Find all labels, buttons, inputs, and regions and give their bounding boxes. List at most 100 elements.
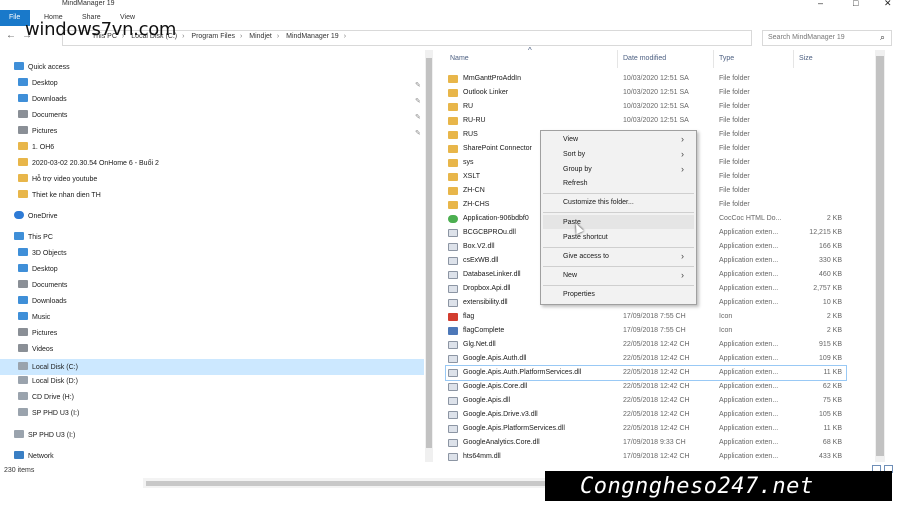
table-row[interactable]: Google.Apis.dll 22/05/2018 12:42 CH Applic… xyxy=(446,394,846,408)
file-size: 915 KB xyxy=(819,341,842,348)
file-type: Application exten... xyxy=(719,243,779,250)
file-list-scroll-thumb[interactable] xyxy=(876,56,884,456)
breadcrumb-mindjet[interactable]: Mindjet xyxy=(249,33,272,40)
file-name: Dropbox.Api.dll xyxy=(463,285,511,292)
sidebar-item-3d-objects[interactable]: 3D Objects xyxy=(18,248,67,262)
sidebar-item-usb-drive[interactable]: SP PHD U3 (I:) xyxy=(18,408,79,422)
dll-file-icon xyxy=(448,257,458,265)
checkmark-icon xyxy=(448,327,458,335)
sidebar-item-ho-tro-video[interactable]: Hỗ trợ video youtube xyxy=(18,174,97,188)
file-date: 17/09/2018 7:55 CH xyxy=(623,327,686,334)
table-row[interactable]: GoogleAnalytics.Core.dll 17/09/2018 9:33 … xyxy=(446,436,846,450)
sidebar-item-documents-pc[interactable]: Documents xyxy=(18,280,67,294)
table-row[interactable]: Google.Apis.Auth.PlatformServices.dll 22/… xyxy=(445,365,847,381)
horizontal-scroll-thumb[interactable] xyxy=(146,481,546,486)
sidebar-item-cd-drive[interactable]: CD Drive (H:) xyxy=(18,392,74,406)
file-size: 12,215 KB xyxy=(809,229,842,236)
computer-icon xyxy=(14,232,24,240)
folder-icon xyxy=(448,89,458,97)
context-menu-refresh[interactable]: Refresh xyxy=(563,180,588,187)
file-type: Application exten... xyxy=(719,257,779,264)
column-header-name[interactable]: Name xyxy=(450,55,469,62)
navigation-pane-scroll-thumb[interactable] xyxy=(426,58,432,448)
sidebar-item-onedrive[interactable]: OneDrive xyxy=(14,211,58,225)
context-menu-customize[interactable]: Customize this folder... xyxy=(563,199,634,206)
pin-icon[interactable]: ✎ xyxy=(415,97,421,105)
column-header-date[interactable]: Date modified xyxy=(623,55,666,62)
sidebar-item-downloads-pc[interactable]: Downloads xyxy=(18,296,67,310)
pin-icon[interactable]: ✎ xyxy=(415,113,421,121)
sidebar-item-oh6[interactable]: 1. OH6 xyxy=(18,142,54,156)
back-button[interactable]: ← xyxy=(6,30,16,41)
sidebar-item-network[interactable]: Network xyxy=(14,451,54,465)
context-menu-properties[interactable]: Properties xyxy=(563,291,595,298)
file-date: 22/05/2018 12:42 CH xyxy=(623,341,690,348)
sidebar-item-pictures[interactable]: Pictures xyxy=(18,126,57,140)
table-row[interactable]: RU 10/03/2020 12:51 SA File folder xyxy=(446,100,846,114)
documents-icon xyxy=(18,280,28,288)
sidebar-item-onhome6[interactable]: 2020-03-02 20.30.54 OnHome 6 - Buổi 2 xyxy=(18,158,159,172)
sidebar-item-music[interactable]: Music xyxy=(18,312,50,326)
context-menu-sort-by[interactable]: Sort by xyxy=(563,151,585,158)
sort-chevron-up-icon: ^ xyxy=(528,46,532,55)
context-menu-give-access[interactable]: Give access to xyxy=(563,253,609,260)
file-name: ZH-CN xyxy=(463,187,485,194)
table-row[interactable]: flag 17/09/2018 7:55 CH Icon 2 KB xyxy=(446,310,846,324)
search-icon[interactable]: ⌕ xyxy=(880,32,885,43)
minimize-button[interactable]: – xyxy=(818,0,823,8)
context-menu-new[interactable]: New xyxy=(563,272,577,279)
folder-icon xyxy=(18,174,28,182)
maximize-button[interactable]: □ xyxy=(853,0,858,8)
search-input[interactable]: Search MindManager 19 xyxy=(768,34,845,41)
table-row[interactable]: Google.Apis.PlatformServices.dll 22/05/20… xyxy=(446,422,846,436)
sidebar-item-desktop-pc[interactable]: Desktop xyxy=(18,264,58,278)
column-header-type[interactable]: Type xyxy=(719,55,734,62)
sidebar-item-videos[interactable]: Videos xyxy=(18,344,53,358)
file-size: 166 KB xyxy=(819,243,842,250)
table-row[interactable]: RU-RU 10/03/2020 12:51 SA File folder xyxy=(446,114,846,128)
sidebar-item-local-disk-c[interactable]: Local Disk (C:) xyxy=(0,359,424,375)
file-date: 22/05/2018 12:42 CH xyxy=(623,355,690,362)
sidebar-item-usb-drive-root[interactable]: SP PHD U3 (I:) xyxy=(14,430,75,444)
context-menu-view[interactable]: View xyxy=(563,136,578,143)
breadcrumb-mindmanager[interactable]: MindManager 19 xyxy=(286,33,339,40)
table-row[interactable]: flagComplete 17/09/2018 7:55 CH Icon 2 KB xyxy=(446,324,846,338)
sidebar-item-downloads[interactable]: Downloads xyxy=(18,94,67,108)
sidebar-item-quick-access[interactable]: Quick access xyxy=(14,62,70,76)
sidebar-item-local-disk-d[interactable]: Local Disk (D:) xyxy=(18,376,78,390)
table-row[interactable]: hts64mm.dll 17/09/2018 12:42 CH Applicatio… xyxy=(446,450,846,464)
table-row[interactable]: Glg.Net.dll 22/05/2018 12:42 CH Applicatio… xyxy=(446,338,846,352)
sidebar-item-documents[interactable]: Documents xyxy=(18,110,67,124)
context-menu-group-by[interactable]: Group by xyxy=(563,166,592,173)
folder-icon xyxy=(448,173,458,181)
sidebar-item-pictures-pc[interactable]: Pictures xyxy=(18,328,57,342)
table-row[interactable]: MmGanttProAddIn 10/03/2020 12:51 SA File f… xyxy=(446,72,846,86)
table-row[interactable]: Outlook Linker 10/03/2020 12:51 SA File fo… xyxy=(446,86,846,100)
close-button[interactable]: ✕ xyxy=(884,0,892,9)
pin-icon[interactable]: ✎ xyxy=(415,129,421,137)
breadcrumb-program-files[interactable]: Program Files xyxy=(191,33,235,40)
file-type: File folder xyxy=(719,89,750,96)
file-name: RU-RU xyxy=(463,117,486,124)
table-row[interactable]: Google.Apis.Drive.v3.dll 22/05/2018 12:42… xyxy=(446,408,846,422)
sidebar-item-desktop[interactable]: Desktop xyxy=(18,78,58,92)
file-name: SharePoint Connector xyxy=(463,145,532,152)
column-header-size[interactable]: Size xyxy=(799,55,813,62)
cd-drive-icon xyxy=(18,392,28,400)
column-divider[interactable] xyxy=(713,50,714,68)
file-date: 17/09/2018 9:33 CH xyxy=(623,439,686,446)
context-menu-paste-shortcut[interactable]: Paste shortcut xyxy=(563,234,608,241)
file-type: Application exten... xyxy=(719,285,779,292)
pin-icon[interactable]: ✎ xyxy=(415,81,421,89)
table-row[interactable]: Google.Apis.Core.dll 22/05/2018 12:42 CH A… xyxy=(446,380,846,394)
file-size: 460 KB xyxy=(819,271,842,278)
file-type: Application exten... xyxy=(719,355,779,362)
sidebar-item-this-pc[interactable]: This PC xyxy=(14,232,53,246)
window-title: MindManager 19 xyxy=(62,0,115,7)
file-size: 109 KB xyxy=(819,355,842,362)
column-divider[interactable] xyxy=(617,50,618,68)
sidebar-item-thiet-ke[interactable]: Thiet ke nhan dien TH xyxy=(18,190,101,204)
column-divider[interactable] xyxy=(793,50,794,68)
table-row[interactable]: Google.Apis.Auth.dll 22/05/2018 12:42 CH A… xyxy=(446,352,846,366)
file-name: Google.Apis.dll xyxy=(463,397,511,404)
